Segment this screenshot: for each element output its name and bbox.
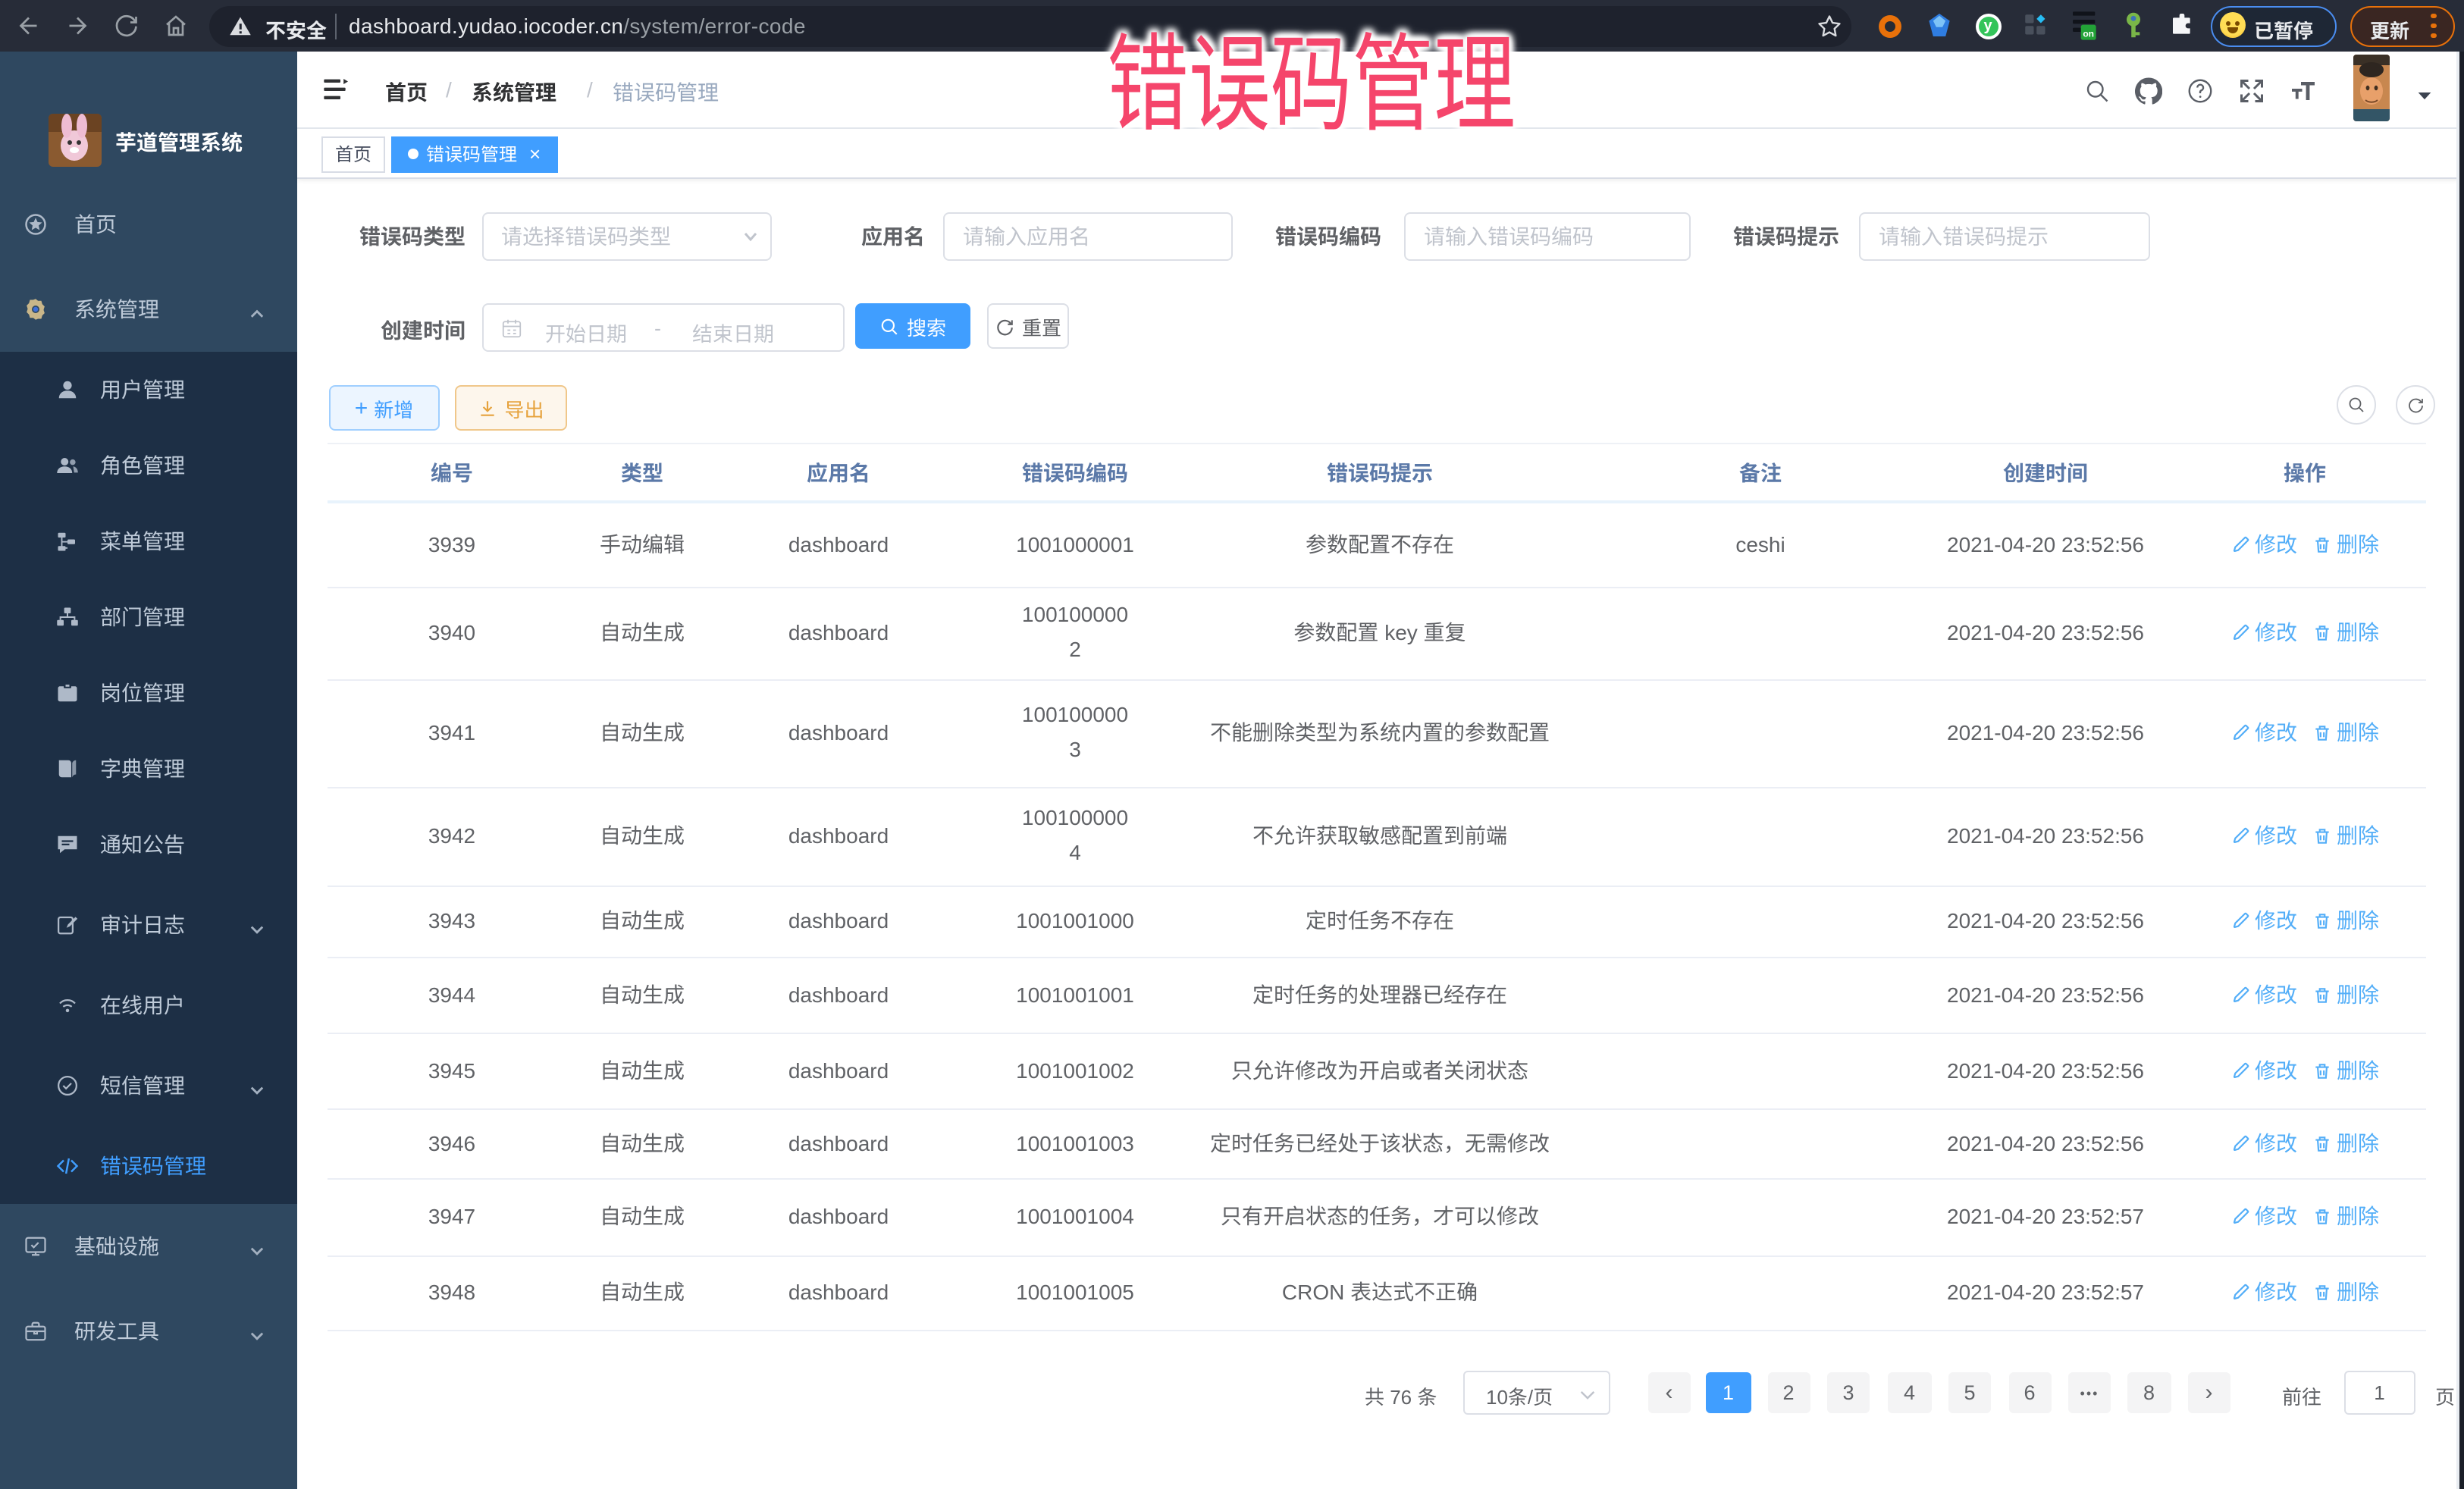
svg-text:on: on	[2083, 29, 2094, 39]
